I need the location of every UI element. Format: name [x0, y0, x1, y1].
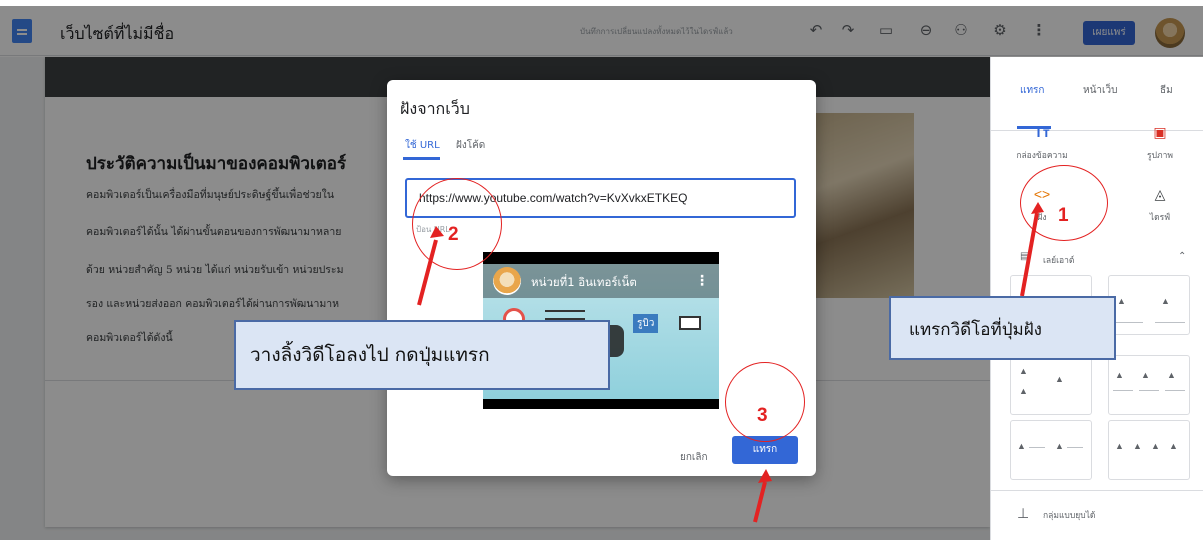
arrowhead	[430, 226, 444, 238]
annotation-arrows	[417, 202, 1044, 523]
arrow-to-insert	[753, 481, 767, 523]
callout-paste-link: วางลิ้งวิดีโอลงไป กดปุ่มแทรก	[234, 320, 610, 390]
arrow-to-url	[417, 239, 438, 306]
arrowhead	[1031, 202, 1044, 214]
arrowhead	[758, 469, 772, 483]
arrow-to-embed	[1020, 212, 1039, 297]
callout-embed-button: แทรกวิดีโอที่ปุ่มฝัง	[889, 296, 1116, 360]
